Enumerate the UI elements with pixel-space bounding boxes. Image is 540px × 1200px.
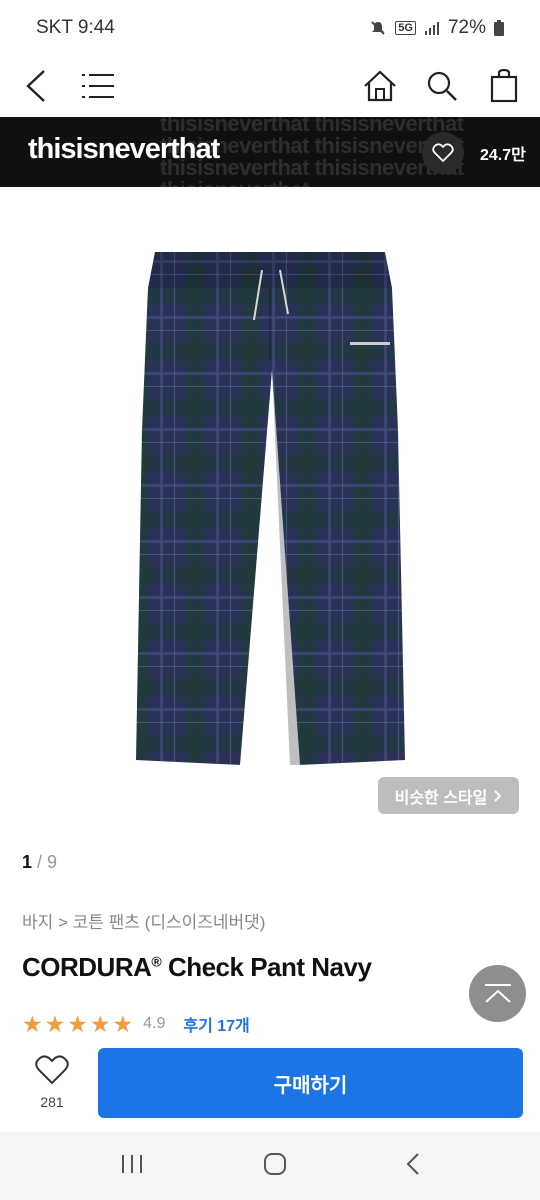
heart-icon [35,1055,69,1085]
system-navigation-bar [0,1132,540,1200]
chevron-right-icon [494,789,502,802]
total-pages: 9 [47,852,58,872]
star-icon: ★ [22,1010,43,1037]
home-button-icon[interactable] [263,1152,287,1181]
star-icon: ★ [112,1010,134,1037]
home-icon[interactable] [362,68,398,104]
purchase-bar: 281 구매하기 [0,1040,540,1132]
status-bar: SKT 9:44 5G 72% [0,0,540,56]
review-link[interactable]: 후기 17개 [183,1012,249,1036]
status-icons: 5G 72% [369,17,504,39]
rating-value: 4.9 [143,1015,166,1032]
menu-icon[interactable] [80,68,116,104]
heart-icon [432,143,454,163]
scroll-up-icon [484,983,511,1003]
similar-style-label: 비슷한 스타일 [394,789,488,807]
search-icon[interactable] [424,68,460,104]
star-icon: ★ [67,1010,88,1037]
breadcrumb[interactable]: 바지 > 코튼 팬츠 (디스이즈네버댓) [22,908,265,933]
star-icon: ★ [44,1010,66,1037]
carrier-time: SKT 9:44 [36,17,115,38]
system-back-icon[interactable] [406,1152,420,1181]
back-arrow-icon[interactable] [18,68,54,104]
buy-button[interactable]: 구매하기 [98,1048,523,1118]
current-page: 1 [22,852,33,872]
brand-like-count: 24.7만 [480,147,526,164]
wishlist-button[interactable]: 281 [24,1055,80,1110]
image-pager: 1 / 9 [22,852,57,873]
shopping-bag-icon[interactable] [486,68,522,104]
brand-name[interactable]: thisisneverthat [28,133,220,166]
wishlist-count: 281 [40,1094,64,1110]
similar-style-button[interactable]: 비슷한 스타일 [378,777,519,814]
network-badge: 5G [395,21,416,35]
product-title: CORDURA® Check Pant Navy [22,952,372,982]
battery-icon [494,20,504,36]
star-icon: ★ [89,1010,111,1037]
top-navigation [0,56,540,116]
rating-row: ★ ★ ★ ★ ★ 4.9 후기 17개 [22,1012,250,1036]
brand-banner[interactable]: thisisneverthat thisisneverthat thisisne… [0,117,540,187]
brand-like-button[interactable] [422,132,464,174]
product-image[interactable] [130,230,410,775]
battery-percent: 72% [447,17,486,38]
mute-icon [371,21,385,35]
scroll-to-top-button[interactable] [469,965,526,1022]
page-separator: / [32,852,48,872]
recent-apps-icon[interactable] [120,1153,144,1180]
registered-mark: ® [151,953,162,970]
signal-icon [424,22,439,35]
